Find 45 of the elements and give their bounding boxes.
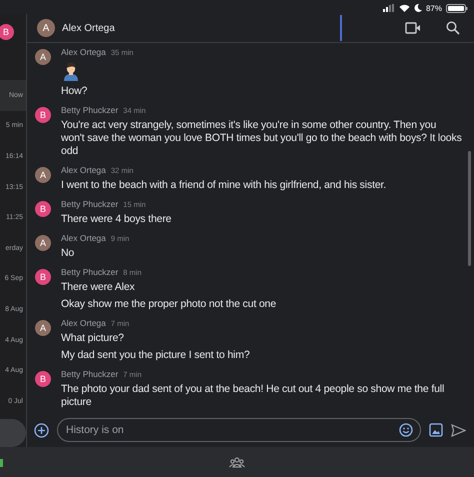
text-cursor [340, 15, 342, 41]
wifi-icon [398, 4, 410, 12]
sender-avatar: B [35, 269, 51, 285]
add-icon[interactable] [34, 422, 49, 438]
emoji-icon[interactable] [399, 423, 413, 437]
sender-name: Alex Ortega [61, 165, 106, 175]
sender-name: Alex Ortega [61, 47, 106, 57]
message-text: I went to the beach with a friend of mine with his girlfriend, and his sister. [61, 179, 386, 192]
sender-avatar: B [35, 107, 51, 123]
message-text: You're act very strangely, sometimes it's like you're in some other country. Then you won't save the woman you love BOTH times but you'll go to the beach with boys? It looks odd [61, 119, 462, 158]
video-call-icon[interactable] [405, 22, 421, 34]
sender-avatar: A [35, 320, 51, 336]
sender-name: Betty Phuckzer [61, 369, 118, 379]
message-text: There were 4 boys there [61, 213, 172, 226]
contact-name: Alex Ortega [62, 22, 116, 34]
message-input[interactable]: History is on [57, 418, 421, 442]
send-icon[interactable] [451, 424, 466, 436]
battery-percentage: 87% [426, 4, 442, 12]
search-icon[interactable] [446, 21, 460, 35]
sender-name: Betty Phuckzer [61, 105, 118, 115]
image-icon[interactable] [429, 423, 443, 437]
sender-name: Alex Ortega [61, 233, 106, 243]
signal-icon [382, 4, 395, 12]
scrollbar[interactable] [468, 151, 471, 266]
sender-avatar: A [35, 235, 51, 251]
sender-avatar: B [35, 201, 51, 217]
person-sticker-icon [61, 61, 81, 81]
sender-avatar: A [35, 167, 51, 183]
battery-icon [446, 4, 468, 12]
message-text: My dad sent you the picture I sent to him? [61, 349, 250, 362]
message-text: Okay show me the proper photo not the cut one [61, 298, 276, 311]
contact-avatar: A [37, 19, 55, 37]
message-text: What picture? [61, 332, 125, 345]
sender-avatar: B [35, 371, 51, 387]
message-text: How? [61, 85, 88, 98]
sender-name: Betty Phuckzer [61, 199, 118, 209]
message-text: The photo your dad sent of you at the beach! He cut out 4 people so show me the full picture [61, 383, 446, 409]
message-text: No [61, 247, 76, 260]
sender-avatar: A [35, 49, 51, 65]
sender-name: Betty Phuckzer [61, 267, 118, 277]
contact-avatar[interactable]: B [0, 24, 14, 40]
sender-name: Alex Ortega [61, 318, 106, 328]
message-text: There were Alex [61, 281, 136, 294]
moon-icon [414, 4, 422, 12]
people-icon[interactable] [229, 456, 245, 468]
